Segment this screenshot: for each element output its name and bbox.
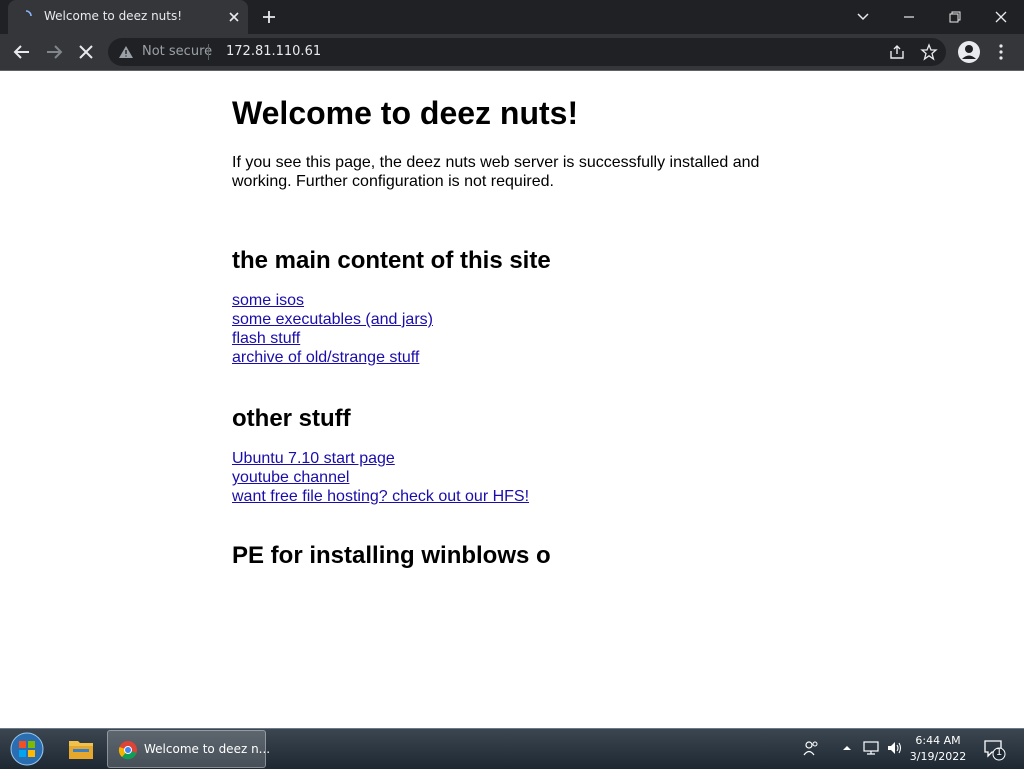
close-icon [995, 11, 1007, 23]
link-isos[interactable]: some isos [232, 291, 792, 310]
clock-date: 3/19/2022 [909, 750, 967, 763]
section-heading: other stuff [232, 405, 351, 432]
link-flash[interactable]: flash stuff [232, 329, 792, 348]
volume-icon[interactable] [886, 739, 904, 757]
taskbar-chrome-button[interactable]: Welcome to deez n... [107, 730, 270, 768]
section-heading: the main content of this site [232, 247, 551, 274]
security-indicator[interactable]: Not secure [142, 44, 212, 59]
chrome-icon [118, 741, 137, 760]
section-other-stuff: other stuff Ubuntu 7.10 start page youtu… [232, 405, 792, 506]
link-list: Ubuntu 7.10 start page youtube channel w… [232, 449, 792, 506]
url-text[interactable]: 172.81.110.61 [226, 44, 321, 59]
taskbar-chrome-label: Welcome to deez n... [144, 742, 271, 756]
page-title: Welcome to deez nuts! [232, 95, 579, 131]
section-heading: PE for installing winblows o [232, 542, 551, 569]
minimize-icon [904, 16, 914, 18]
stop-loading-icon[interactable] [74, 40, 98, 64]
people-icon[interactable] [802, 739, 820, 757]
browser-toolbar: Not secure 172.81.110.61 [0, 34, 1024, 71]
warning-triangle-icon[interactable] [118, 44, 134, 60]
clock-time: 6:44 AM [915, 734, 961, 747]
restore-icon [949, 11, 961, 23]
restore-button[interactable] [932, 0, 978, 34]
tab-title: Welcome to deez nuts! [44, 9, 183, 23]
link-executables[interactable]: some executables (and jars) [232, 310, 792, 329]
browser-tab[interactable]: Welcome to deez nuts! [8, 0, 248, 34]
notification-count: 1 [995, 747, 1003, 758]
forward-arrow-icon[interactable] [42, 40, 66, 64]
system-clock[interactable]: 6:44 AM 3/19/2022 [905, 733, 971, 765]
link-youtube[interactable]: youtube channel [232, 468, 792, 487]
intro-paragraph: If you see this page, the deez nuts web … [232, 154, 760, 190]
profile-avatar[interactable] [958, 41, 980, 63]
tab-search-button[interactable] [840, 0, 886, 34]
close-tab-icon[interactable] [226, 9, 242, 25]
new-tab-icon[interactable] [260, 8, 278, 26]
chevron-down-icon [857, 13, 869, 21]
link-archive[interactable]: archive of old/strange stuff [232, 348, 792, 367]
browser-titlebar: Welcome to deez nuts! [0, 0, 1024, 34]
address-bar[interactable]: Not secure 172.81.110.61 [108, 38, 946, 66]
minimize-button[interactable] [886, 0, 932, 34]
loading-spinner-icon [25, 10, 32, 17]
start-button-icon[interactable] [8, 731, 46, 767]
network-icon[interactable] [862, 739, 880, 757]
person-icon [962, 45, 976, 59]
link-list: some isos some executables (and jars) fl… [232, 291, 792, 367]
file-explorer-icon[interactable] [60, 731, 102, 767]
more-menu-icon[interactable] [992, 43, 1010, 61]
close-window-button[interactable] [978, 0, 1024, 34]
page-content: Welcome to deez nuts! If you see this pa… [232, 71, 792, 570]
omnibox-separator [208, 44, 209, 60]
action-center-button[interactable]: 1 [982, 737, 1006, 761]
back-arrow-icon[interactable] [10, 40, 34, 64]
windows-taskbar: Welcome to deez n... 6:44 AM 3/19/2022 1 [0, 728, 1024, 769]
link-ubuntu[interactable]: Ubuntu 7.10 start page [232, 449, 792, 468]
show-hidden-icons-icon[interactable] [838, 739, 856, 757]
section-pe: PE for installing winblows o [232, 542, 792, 570]
share-icon[interactable] [888, 43, 906, 61]
link-hfs[interactable]: want free file hosting? check out our HF… [232, 487, 792, 506]
bookmark-star-icon[interactable] [920, 43, 938, 61]
section-main-content: the main content of this site some isos … [232, 247, 792, 367]
